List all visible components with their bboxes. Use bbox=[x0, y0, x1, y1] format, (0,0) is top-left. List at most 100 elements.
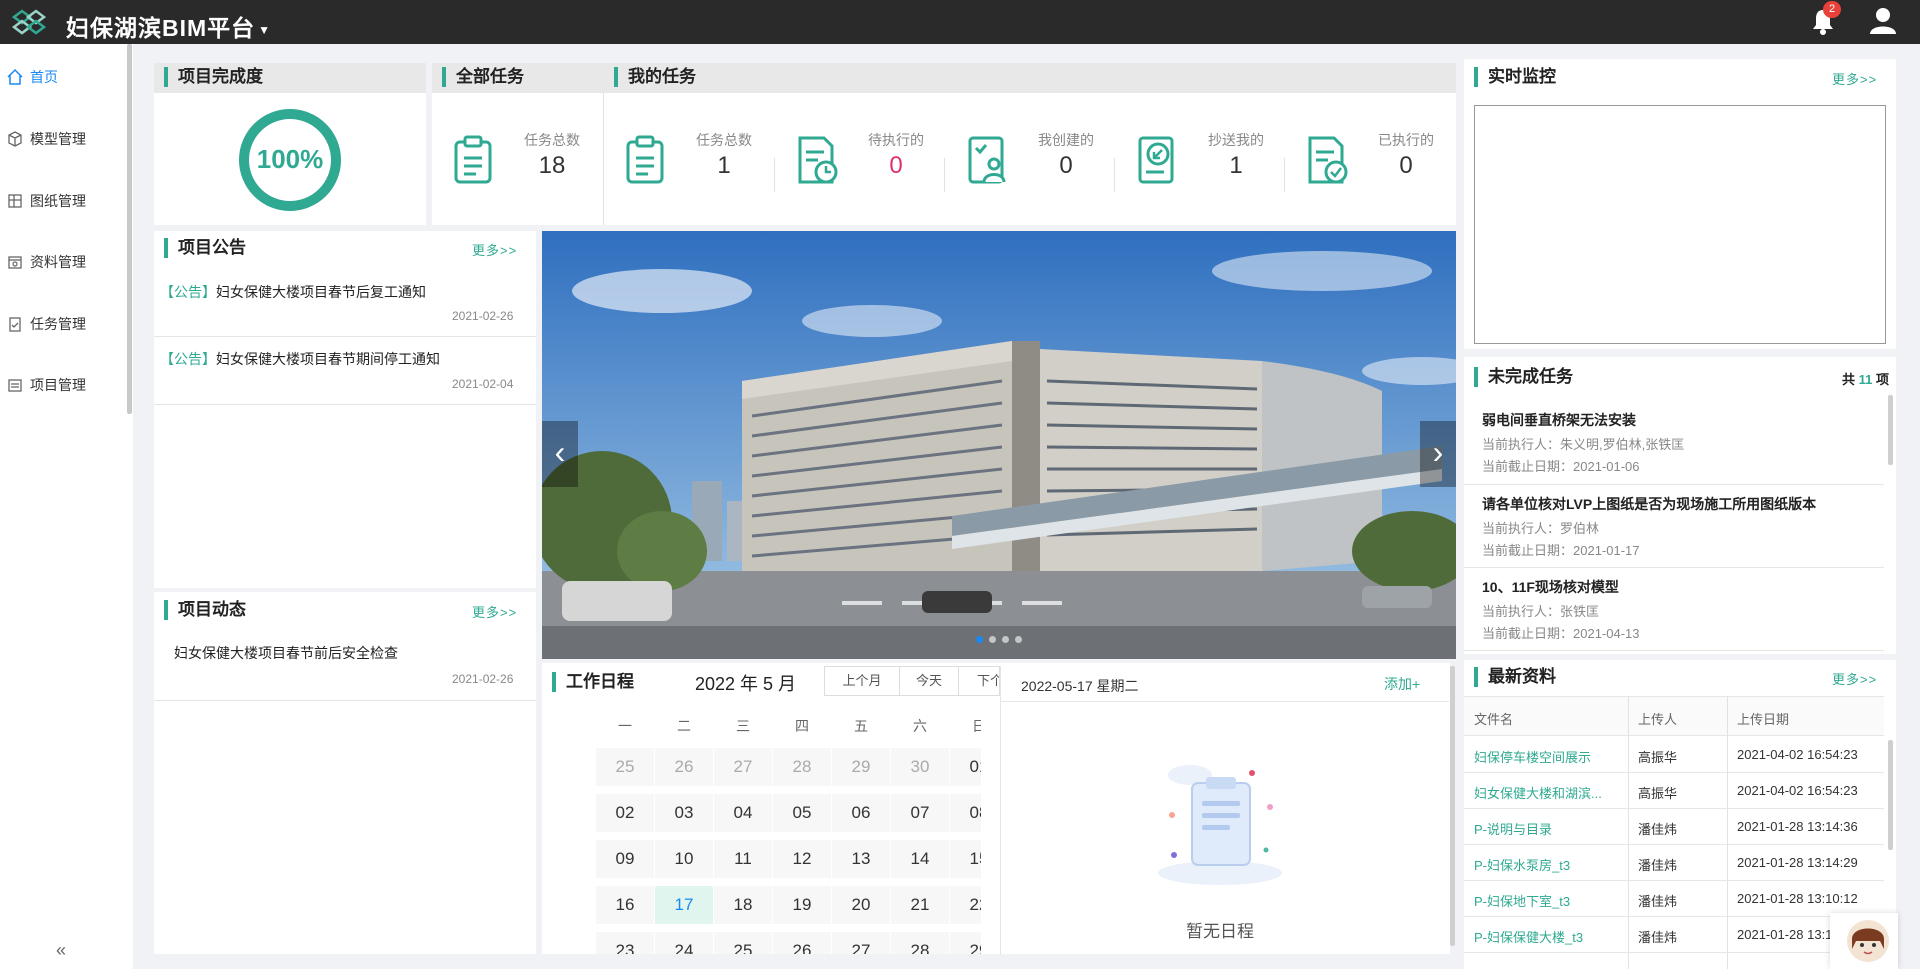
sidebar-item-home[interactable]: 首页 bbox=[6, 65, 58, 89]
today-button[interactable]: 今天 bbox=[899, 666, 959, 696]
calendar-day[interactable]: 09 bbox=[596, 840, 654, 878]
calendar-day[interactable]: 26 bbox=[773, 932, 831, 954]
stat-my-total[interactable]: 任务总数 1 bbox=[624, 130, 774, 220]
carousel-prev-button[interactable]: ‹ bbox=[542, 421, 578, 487]
announcement-item[interactable]: 【公告】妇女保健大楼项目春节后复工通知 bbox=[160, 282, 532, 302]
calendar-day[interactable]: 03 bbox=[655, 794, 713, 832]
app-title: 妇保湖滨BIM平台 bbox=[66, 15, 256, 41]
doc-filename[interactable]: P-说明与目录 bbox=[1474, 819, 1552, 838]
calendar-day[interactable]: 29 bbox=[832, 748, 890, 786]
app-title-dropdown[interactable]: 妇保湖滨BIM平台 ▼ bbox=[66, 9, 271, 43]
column-header-date[interactable]: 上传日期 bbox=[1737, 709, 1789, 728]
weekday-label: 四 bbox=[795, 718, 809, 734]
doc-filename[interactable]: P-妇保保健大楼_t3 bbox=[1474, 927, 1583, 946]
calendar-day[interactable]: 06 bbox=[832, 794, 890, 832]
doc-filename[interactable]: P-妇保地下室_t3 bbox=[1474, 891, 1570, 910]
unfinished-scrollbar[interactable] bbox=[1888, 395, 1893, 465]
calendar-day[interactable]: 28 bbox=[891, 932, 949, 954]
latest-scrollbar[interactable] bbox=[1888, 740, 1893, 850]
calendar-day[interactable]: 08 bbox=[950, 794, 981, 832]
doc-uploader: 潘佳炜 bbox=[1638, 894, 1678, 909]
carousel-next-button[interactable]: › bbox=[1420, 421, 1456, 487]
calendar-day[interactable]: 27 bbox=[832, 932, 890, 954]
archive-icon bbox=[8, 256, 22, 269]
sidebar-item-archives[interactable]: 资料管理 bbox=[6, 250, 86, 274]
calendar-day[interactable]: 28 bbox=[773, 748, 831, 786]
calendar-day[interactable]: 07 bbox=[891, 794, 949, 832]
dynamic-item[interactable]: 妇女保健大楼项目春节前后安全检查 bbox=[174, 643, 398, 663]
sidebar-scrollbar[interactable] bbox=[127, 44, 132, 414]
user-icon[interactable] bbox=[1868, 5, 1898, 35]
collapse-sidebar-icon[interactable]: « bbox=[56, 940, 66, 961]
document-check-icon bbox=[1308, 136, 1348, 184]
project-banner-carousel[interactable] bbox=[542, 231, 1456, 659]
monitor-video-frame[interactable] bbox=[1474, 105, 1886, 344]
calendar-day[interactable]: 22 bbox=[950, 886, 981, 924]
add-schedule-button[interactable]: 添加+ bbox=[1384, 674, 1420, 694]
stat-label: 任务总数 bbox=[524, 132, 580, 148]
doc-filename[interactable]: 妇保停车楼空间展示 bbox=[1474, 747, 1591, 766]
cube-icon bbox=[8, 131, 22, 147]
calendar-day[interactable]: 16 bbox=[596, 886, 654, 924]
weekday-label: 六 bbox=[913, 718, 927, 734]
prev-month-button[interactable]: 上个月 bbox=[824, 666, 900, 696]
calendar-day[interactable]: 15 bbox=[950, 840, 981, 878]
table-row-divider bbox=[1464, 952, 1884, 953]
dynamic-date: 2021-02-26 bbox=[452, 672, 514, 686]
carousel-dot[interactable] bbox=[989, 636, 996, 643]
calendar-day[interactable]: 13 bbox=[832, 840, 890, 878]
calendar-day[interactable]: 05 bbox=[773, 794, 831, 832]
calendar-day[interactable]: 26 bbox=[655, 748, 713, 786]
weekday-label: 一 bbox=[618, 718, 632, 734]
task-item-name[interactable]: 请各单位核对LVP上图纸是否为现场施工所用图纸版本 bbox=[1482, 494, 1892, 514]
monitor-more-link[interactable]: 更多>> bbox=[1832, 69, 1877, 88]
carousel-dot[interactable] bbox=[1015, 636, 1022, 643]
sidebar-item-projects[interactable]: 项目管理 bbox=[6, 373, 86, 397]
calendar-day[interactable]: 19 bbox=[773, 886, 831, 924]
calendar-day[interactable]: 25 bbox=[596, 748, 654, 786]
calendar-day[interactable]: 14 bbox=[891, 840, 949, 878]
calendar-day[interactable]: 01 bbox=[950, 748, 981, 786]
latest-more-link[interactable]: 更多>> bbox=[1832, 669, 1877, 688]
calendar-day[interactable]: 25 bbox=[714, 932, 772, 954]
announcements-more-link[interactable]: 更多>> bbox=[472, 240, 517, 259]
calendar-day[interactable]: 10 bbox=[655, 840, 713, 878]
stat-pending[interactable]: 待执行的 0 bbox=[796, 130, 946, 220]
weekday-label: 日 bbox=[972, 718, 981, 734]
calendar-day[interactable]: 17 bbox=[655, 886, 713, 924]
task-item-name[interactable]: 弱电间垂直桥架无法安装 bbox=[1482, 410, 1892, 430]
doc-filename[interactable]: P-妇保水泵房_t3 bbox=[1474, 855, 1570, 874]
doc-filename[interactable]: 妇女保健大楼和湖滨... bbox=[1474, 783, 1602, 802]
calendar-day[interactable]: 04 bbox=[714, 794, 772, 832]
column-header-uploader[interactable]: 上传人 bbox=[1638, 709, 1677, 728]
calendar-day[interactable]: 12 bbox=[773, 840, 831, 878]
carousel-dot[interactable] bbox=[976, 636, 983, 643]
sidebar-item-models[interactable]: 模型管理 bbox=[6, 127, 86, 151]
calendar-day[interactable]: 23 bbox=[596, 932, 654, 954]
calendar-day[interactable]: 02 bbox=[596, 794, 654, 832]
monitor-title: 实时监控 bbox=[1474, 67, 1556, 87]
drawing-icon bbox=[8, 194, 22, 208]
calendar-day[interactable]: 20 bbox=[832, 886, 890, 924]
stat-created[interactable]: 我创建的 0 bbox=[966, 130, 1116, 220]
dynamics-more-link[interactable]: 更多>> bbox=[472, 602, 517, 621]
sidebar-item-drawings[interactable]: 图纸管理 bbox=[6, 189, 86, 213]
next-month-button[interactable]: 下个月 bbox=[958, 666, 1000, 696]
stat-all-total[interactable]: 任务总数 18 bbox=[452, 130, 602, 220]
calendar-day[interactable]: 29 bbox=[950, 932, 981, 954]
stat-cc[interactable]: 抄送我的 1 bbox=[1136, 130, 1286, 220]
announcement-item[interactable]: 【公告】妇女保健大楼项目春节期间停工通知 bbox=[160, 349, 532, 369]
column-header-filename[interactable]: 文件名 bbox=[1474, 709, 1513, 728]
calendar-day[interactable]: 11 bbox=[714, 840, 772, 878]
sidebar-item-tasks[interactable]: 任务管理 bbox=[6, 312, 86, 336]
task-item-name[interactable]: 10、11F现场核对模型 bbox=[1482, 577, 1892, 597]
schedule-scrollbar[interactable] bbox=[1450, 666, 1455, 946]
carousel-dot[interactable] bbox=[1002, 636, 1009, 643]
calendar-day[interactable]: 21 bbox=[891, 886, 949, 924]
stat-done[interactable]: 已执行的 0 bbox=[1306, 130, 1456, 220]
calendar-day[interactable]: 30 bbox=[891, 748, 949, 786]
calendar-day[interactable]: 24 bbox=[655, 932, 713, 954]
assistant-widget[interactable] bbox=[1830, 913, 1898, 969]
calendar-day[interactable]: 27 bbox=[714, 748, 772, 786]
calendar-day[interactable]: 18 bbox=[714, 886, 772, 924]
